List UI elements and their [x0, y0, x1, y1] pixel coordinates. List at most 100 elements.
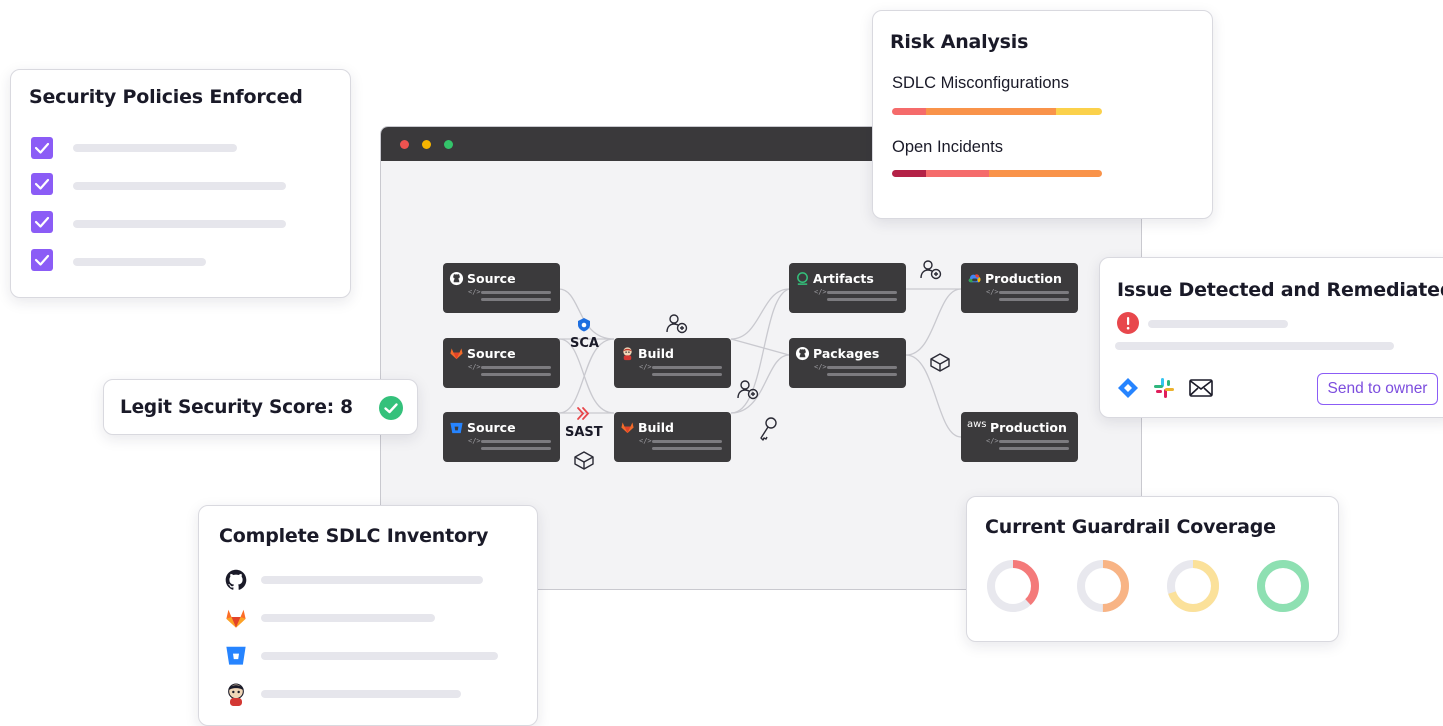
inventory-line [261, 652, 498, 660]
inventory-line [261, 576, 483, 584]
node-label: Production [990, 420, 1067, 435]
node-line [652, 440, 722, 443]
node-label: Source [467, 346, 516, 361]
node-line [827, 291, 897, 294]
policy-checkbox[interactable] [31, 249, 53, 271]
code-icon: </> [814, 288, 827, 296]
policy-line [73, 182, 286, 190]
policy-line [73, 144, 237, 152]
github-icon [449, 271, 464, 286]
node-line [827, 298, 897, 301]
bitbucket-icon [226, 646, 246, 665]
github-icon [795, 346, 810, 361]
mail-icon[interactable] [1189, 379, 1213, 397]
risk-segment [1055, 108, 1102, 115]
gitlab-icon [226, 609, 246, 628]
risk-segment [925, 170, 989, 177]
gcp-icon [968, 274, 981, 283]
risk-metric-bar [892, 108, 1102, 115]
issue-line [1148, 320, 1288, 328]
node-packages[interactable]: Packages </> [789, 338, 906, 388]
node-line [652, 373, 722, 376]
node-artifacts[interactable]: Artifacts </> [789, 263, 906, 313]
package-icon [930, 353, 950, 372]
gitlab-icon [621, 422, 634, 434]
aws-icon: aws [967, 419, 987, 430]
node-production-gcp[interactable]: Production </> [961, 263, 1078, 313]
node-line [999, 440, 1069, 443]
node-label: Source [467, 420, 516, 435]
risk-analysis-card: Risk Analysis SDLC Misconfigurations Ope… [872, 10, 1213, 219]
security-policies-card: Security Policies Enforced [10, 69, 351, 298]
node-line [481, 298, 551, 301]
sast-label: SAST [565, 425, 603, 440]
code-icon: </> [986, 437, 999, 445]
node-label: Source [467, 271, 516, 286]
check-icon [34, 178, 50, 190]
user-access-icon [920, 260, 942, 280]
sca-shield-icon [578, 318, 590, 332]
code-icon: </> [814, 363, 827, 371]
coverage-rings [987, 560, 1309, 612]
code-icon: </> [468, 363, 481, 371]
slack-icon[interactable] [1152, 376, 1176, 400]
policy-checkbox[interactable] [31, 137, 53, 159]
policy-checkbox[interactable] [31, 211, 53, 233]
risk-metric-label: SDLC Misconfigurations [892, 74, 1069, 92]
node-source-gitlab[interactable]: Source </> [443, 338, 560, 388]
security-score-card: Legit Security Score: 8 [103, 379, 418, 435]
node-line [827, 373, 897, 376]
code-icon: </> [468, 288, 481, 296]
sast-icon [577, 407, 590, 420]
code-icon: </> [639, 363, 652, 371]
bitbucket-icon [450, 422, 463, 434]
node-line [481, 373, 551, 376]
gitlab-icon [450, 348, 463, 360]
user-access-icon [666, 314, 688, 334]
check-icon [34, 254, 50, 266]
package-icon [574, 451, 594, 470]
node-build-gitlab[interactable]: Build </> [614, 412, 731, 462]
jenkins-icon [623, 347, 632, 361]
issue-line [1115, 342, 1394, 350]
send-to-owner-button[interactable]: Send to owner [1317, 373, 1438, 405]
node-source-github[interactable]: Source </> [443, 263, 560, 313]
risk-metric-label: Open Incidents [892, 138, 1003, 156]
node-line [999, 291, 1069, 294]
risk-segment [925, 108, 1056, 115]
node-production-aws[interactable]: aws Production </> [961, 412, 1078, 462]
jira-icon[interactable] [1117, 377, 1139, 399]
check-icon [34, 216, 50, 228]
check-circle-icon [379, 396, 403, 420]
policy-checkbox[interactable] [31, 173, 53, 195]
sdlc-inventory-card: Complete SDLC Inventory [198, 505, 538, 726]
sca-label: SCA [570, 336, 599, 351]
risk-segment [892, 170, 926, 177]
risk-segment [892, 108, 926, 115]
node-line [999, 298, 1069, 301]
node-line [652, 447, 722, 450]
node-build-jenkins[interactable]: Build </> [614, 338, 731, 388]
policies-title: Security Policies Enforced [29, 86, 303, 108]
node-label: Packages [813, 346, 880, 361]
check-icon [34, 142, 50, 154]
policy-line [73, 220, 286, 228]
key-icon [760, 417, 777, 441]
guardrail-coverage-card: Current Guardrail Coverage [966, 496, 1339, 642]
node-line [481, 366, 551, 369]
node-label: Production [985, 271, 1062, 286]
inventory-line [261, 690, 461, 698]
coverage-ring-4 [1257, 560, 1309, 612]
issue-card: Issue Detected and Remediated Send to ow… [1099, 257, 1443, 418]
risk-metric-bar [892, 170, 1102, 177]
inventory-line [261, 614, 435, 622]
alert-icon [1117, 312, 1139, 334]
node-line [481, 447, 551, 450]
jenkins-icon [228, 683, 244, 706]
policy-line [73, 258, 206, 266]
node-label: Build [638, 346, 674, 361]
node-line [827, 366, 897, 369]
inventory-title: Complete SDLC Inventory [219, 525, 489, 547]
user-access-icon [737, 380, 759, 400]
node-source-bitbucket[interactable]: Source </> [443, 412, 560, 462]
